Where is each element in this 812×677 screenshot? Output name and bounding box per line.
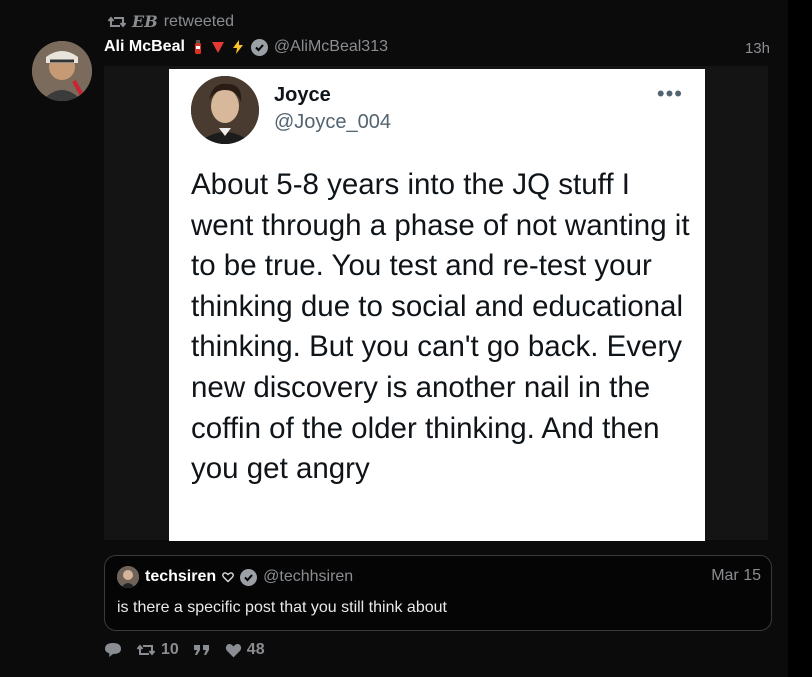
retweet-icon: [108, 15, 126, 28]
embedded-avatar: [191, 76, 259, 144]
quote-date[interactable]: Mar 15: [711, 567, 761, 585]
quote-icon: [193, 645, 209, 655]
retweet-label: retweeted: [163, 12, 234, 30]
reply-button[interactable]: [104, 642, 122, 658]
more-options-icon: •••: [656, 81, 683, 106]
embedded-text: About 5-8 years into the JQ stuff I went…: [191, 168, 690, 486]
retweeter-name[interactable]: EB: [132, 12, 158, 31]
red-triangle-icon: [211, 42, 224, 53]
tweet-image[interactable]: Joyce @Joyce_004 ••• About 5-8 years int…: [169, 69, 705, 541]
retweet-indicator[interactable]: EB retweeted: [108, 12, 234, 31]
like-button[interactable]: 48: [225, 641, 265, 659]
like-count: 48: [246, 641, 265, 658]
retweet-count: 10: [161, 641, 179, 658]
quote-avatar[interactable]: [117, 566, 139, 588]
fire-extinguisher-icon: [194, 40, 201, 54]
quote-author-handle[interactable]: @techhsiren: [263, 568, 353, 586]
verified-badge-icon: [250, 38, 268, 56]
author-handle[interactable]: @AliMcBeal313: [274, 38, 388, 56]
tweet-timestamp[interactable]: 13h: [745, 40, 770, 57]
author-line[interactable]: Ali McBeal @AliMcBeal313: [104, 38, 388, 56]
quote-text: is there a specific post that you still …: [117, 599, 447, 616]
retweet-icon: [136, 644, 156, 656]
quoted-tweet[interactable]: techsiren @techhsiren Mar 15 is there a …: [104, 555, 772, 631]
verified-badge-icon: [240, 568, 258, 586]
heart-outline-icon: [222, 572, 235, 583]
quote-header: techsiren @techhsiren: [117, 566, 353, 588]
embedded-handle: @Joyce_004: [274, 111, 392, 133]
embedded-name: Joyce: [274, 84, 331, 106]
action-bar: 10 48: [104, 641, 265, 659]
quote-author-name[interactable]: techsiren: [145, 568, 216, 586]
author-avatar[interactable]: [32, 41, 92, 101]
lightning-icon: [232, 40, 243, 54]
retweet-button[interactable]: 10: [136, 641, 179, 659]
quote-button[interactable]: [193, 644, 211, 656]
heart-icon: [225, 643, 241, 657]
reply-icon: [105, 643, 121, 657]
author-name[interactable]: Ali McBeal: [104, 38, 185, 56]
